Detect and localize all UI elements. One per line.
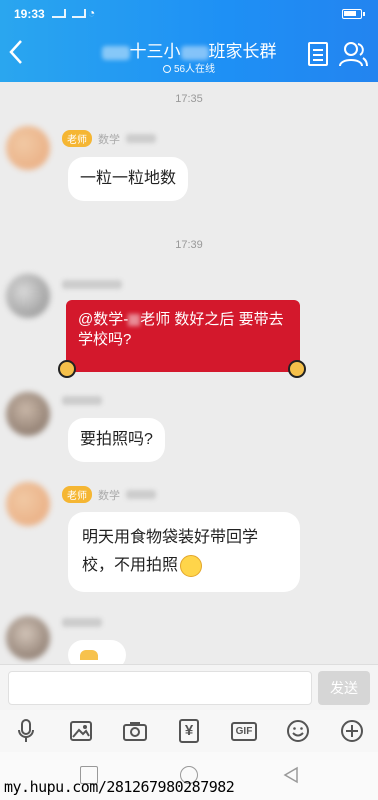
- message-bubble[interactable]: 明天用食物袋装好带回学 校，不用拍照: [68, 512, 300, 592]
- status-time: 19:33: [14, 7, 45, 21]
- status-bar: 19:33 ◔: [0, 0, 378, 26]
- sender-info: 老师 数学: [62, 130, 156, 147]
- red-envelope-message[interactable]: @数学- 老师 数好之后 要带去学校吗?: [58, 300, 306, 378]
- timestamp: 17:35: [175, 93, 203, 105]
- message-bubble[interactable]: 一粒一粒地数: [68, 157, 189, 201]
- wifi-icon: ◔: [88, 6, 96, 20]
- sender-info: [62, 396, 102, 405]
- timestamp: 17:39: [175, 239, 203, 251]
- image-icon[interactable]: [67, 717, 95, 745]
- mascot-icon: [288, 360, 306, 378]
- avatar[interactable]: [6, 482, 50, 526]
- sender-info: [62, 618, 102, 627]
- input-bar: 发送: [0, 664, 378, 710]
- teacher-badge: 老师: [62, 486, 92, 503]
- message-bubble[interactable]: 要拍照吗?: [68, 418, 165, 462]
- sender-info: 老师 数学: [62, 486, 156, 503]
- group-members-icon[interactable]: [338, 40, 368, 68]
- watermark: my.hupu.com/28126798028798​2: [4, 778, 235, 796]
- mascot-icon: [58, 360, 76, 378]
- microphone-icon[interactable]: [12, 717, 40, 745]
- sender-name: 数学: [98, 489, 120, 502]
- sender-info: [62, 280, 122, 289]
- sender-name: 数学: [98, 133, 120, 146]
- emoji-icon[interactable]: [284, 717, 312, 745]
- camera-icon[interactable]: [121, 717, 149, 745]
- battery-icon: [342, 9, 365, 19]
- teacher-badge: 老师: [62, 130, 92, 147]
- gif-icon[interactable]: GIF: [229, 717, 259, 745]
- chat-area[interactable]: 17:35 老师 数学 一粒一粒地数 17:39 @数学- 老师 数好之后 要带去…: [0, 82, 378, 670]
- avatar[interactable]: [6, 392, 50, 436]
- send-button[interactable]: 发送: [318, 671, 370, 705]
- avatar[interactable]: [6, 274, 50, 318]
- plus-icon[interactable]: [338, 717, 366, 745]
- online-icon: [162, 65, 171, 73]
- back-icon[interactable]: [282, 766, 300, 784]
- red-packet-icon[interactable]: ¥: [175, 717, 203, 745]
- chat-header: 19:33 ◔ 十三小 班家长群 56人在线: [0, 0, 378, 82]
- relieved-face-emoji-icon: [180, 554, 203, 577]
- chat-toolbar: ¥ GIF: [0, 710, 378, 752]
- system-navbar: my.hupu.com/28126798028798​2: [0, 752, 378, 800]
- avatar[interactable]: [6, 616, 50, 660]
- document-icon[interactable]: [308, 42, 328, 66]
- message-input[interactable]: [8, 671, 312, 705]
- clap-emoji-icon: [80, 650, 98, 660]
- avatar[interactable]: [6, 126, 50, 170]
- signal-icon: [52, 9, 86, 18]
